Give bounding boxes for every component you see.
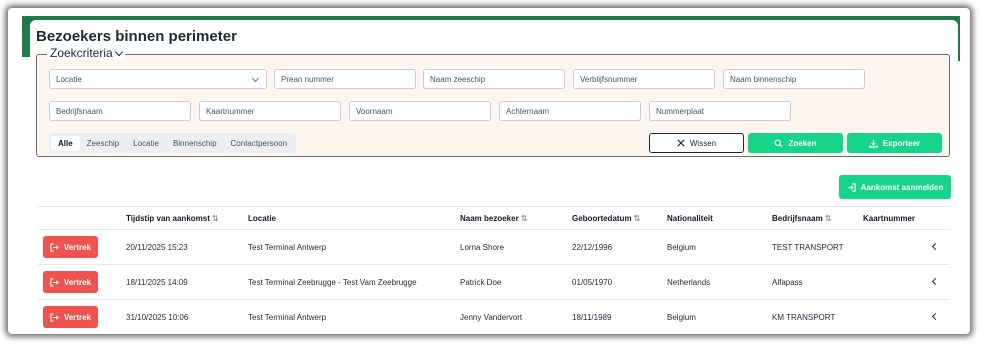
header-geboorte-label: Geboortedatum <box>572 214 632 223</box>
cell-locatie: Test Terminal Antwerp <box>248 313 327 322</box>
header-tijdstip[interactable]: Tijdstip van aankomst ⇅ <box>126 214 219 223</box>
table-row: Vertrek 31/10/2025 10:06 Test Terminal A… <box>38 300 950 334</box>
search-icon <box>774 138 783 148</box>
nummerplaat-input[interactable]: Nummerplaat <box>649 101 791 121</box>
header-bedrijf-label: Bedrijfsnaam <box>772 214 823 223</box>
table-row: Vertrek 18/11/2025 14:09 Test Terminal Z… <box>38 265 950 300</box>
sign-out-icon <box>50 277 59 287</box>
locatie-select-value: Locatie <box>56 74 82 84</box>
cell-geboorte: 01/05/1970 <box>572 278 613 287</box>
exporteer-button[interactable]: Exporteer <box>847 133 942 153</box>
cell-tijdstip: 18/11/2025 14:09 <box>126 278 188 287</box>
tab-contactpersoon[interactable]: Contactpersoon <box>224 136 294 151</box>
cell-naam: Patrick Doe <box>460 278 502 287</box>
header-geboorte[interactable]: Geboortedatum ⇅ <box>572 214 640 223</box>
criteria-legend-label: Zoekcriteria <box>50 46 113 60</box>
app-window: Bezoekers binnen perimeter Zoekcriteria … <box>8 8 970 334</box>
header-tijdstip-label: Tijdstip van aankomst <box>126 214 210 223</box>
exporteer-label: Exporteer <box>882 138 921 148</box>
sign-in-icon <box>847 182 856 192</box>
cell-locatie: Test Terminal Zeebrugge - Test Vam Zeebr… <box>248 278 417 287</box>
header-bedrijf[interactable]: Bedrijfsnaam ⇅ <box>772 214 831 223</box>
page-title: Bezoekers binnen perimeter <box>36 28 237 45</box>
criteria-toggle[interactable]: Zoekcriteria <box>47 46 125 60</box>
table-header: Tijdstip van aankomst ⇅ Locatie Naam bezo… <box>38 206 950 230</box>
zoeken-button[interactable]: Zoeken <box>748 133 843 153</box>
tab-alle[interactable]: Alle <box>51 135 80 151</box>
naam-zeeschip-input[interactable]: Naam zeeschip <box>423 69 565 89</box>
chevron-left-icon[interactable] <box>931 312 940 321</box>
vertrek-button[interactable]: Vertrek <box>43 271 98 293</box>
cell-bedrijf: Alfapass <box>772 278 803 287</box>
cell-locatie: Test Terminal Antwerp <box>248 243 327 252</box>
kaartnummer-input[interactable]: Kaartnummer <box>199 101 341 121</box>
sort-icon: ⇅ <box>633 214 641 223</box>
prean-nummer-input[interactable]: Prean nummer <box>274 69 416 89</box>
close-icon <box>677 139 685 147</box>
chevron-down-icon <box>114 47 123 56</box>
bedrijfsnaam-input[interactable]: Bedrijfsnaam <box>49 101 191 121</box>
verblijfsnummer-input[interactable]: Verblijfsnummer <box>573 69 715 89</box>
locatie-select[interactable]: Locatie <box>49 69 267 89</box>
cell-nationaliteit: Netherlands <box>667 278 711 287</box>
sign-out-icon <box>50 242 59 252</box>
filter-tabs: Alle Zeeschip Locatie Binnenschip Contac… <box>49 133 297 153</box>
cell-tijdstip: 31/10/2025 10:06 <box>126 313 189 322</box>
sign-out-icon <box>50 312 59 322</box>
header-kaart: Kaartnummer <box>863 214 916 223</box>
main-panel: Bezoekers binnen perimeter Zoekcriteria … <box>30 20 958 334</box>
header-naam-label: Naam bezoeker <box>460 214 519 223</box>
cell-nationaliteit: Belgium <box>667 313 696 322</box>
sort-icon: ⇅ <box>211 214 219 223</box>
cell-nationaliteit: Belgium <box>667 243 696 252</box>
sort-icon: ⇅ <box>824 214 832 223</box>
vertrek-button[interactable]: Vertrek <box>43 236 98 258</box>
table-row: Vertrek 20/11/2025 15:23 Test Terminal A… <box>38 230 950 265</box>
voornaam-input[interactable]: Voornaam <box>349 101 491 121</box>
download-icon <box>869 139 878 148</box>
aankomst-label: Aankomst aanmelden <box>860 182 944 192</box>
zoeken-label: Zoeken <box>788 138 817 148</box>
aankomst-aanmelden-button[interactable]: Aankomst aanmelden <box>839 175 951 199</box>
brand-left-bar <box>22 16 30 57</box>
cell-naam: Jenny Vandervort <box>460 313 523 322</box>
tab-zeeschip[interactable]: Zeeschip <box>80 136 126 151</box>
vertrek-label: Vertrek <box>63 312 92 322</box>
header-naam[interactable]: Naam bezoeker ⇅ <box>460 214 527 223</box>
chevron-down-icon <box>251 74 260 83</box>
achternaam-input[interactable]: Achternaam <box>499 101 641 121</box>
wissen-label: Wissen <box>689 138 717 148</box>
header-nationaliteit: Nationaliteit <box>667 214 713 223</box>
naam-binnenschip-input[interactable]: Naam binnenschip <box>723 69 865 89</box>
wissen-button[interactable]: Wissen <box>649 133 744 153</box>
vertrek-label: Vertrek <box>63 277 92 287</box>
cell-bedrijf: KM TRANSPORT <box>772 313 836 322</box>
tab-locatie[interactable]: Locatie <box>126 136 166 151</box>
cell-bedrijf: TEST TRANSPORT <box>772 243 844 252</box>
cell-geboorte: 22/12/1996 <box>572 243 613 252</box>
vertrek-label: Vertrek <box>63 242 92 252</box>
cell-tijdstip: 20/11/2025 15:23 <box>126 243 188 252</box>
cell-geboorte: 18/11/1989 <box>572 313 612 322</box>
chevron-left-icon[interactable] <box>931 242 940 251</box>
cell-naam: Lorna Shore <box>460 243 505 252</box>
chevron-left-icon[interactable] <box>931 277 940 286</box>
vertrek-button[interactable]: Vertrek <box>43 306 98 328</box>
tab-binnenschip[interactable]: Binnenschip <box>166 136 224 151</box>
header-locatie: Locatie <box>248 214 277 223</box>
sort-icon: ⇅ <box>520 214 528 223</box>
search-criteria-panel: Zoekcriteria Locatie Prean nummer Naam z… <box>36 46 950 157</box>
